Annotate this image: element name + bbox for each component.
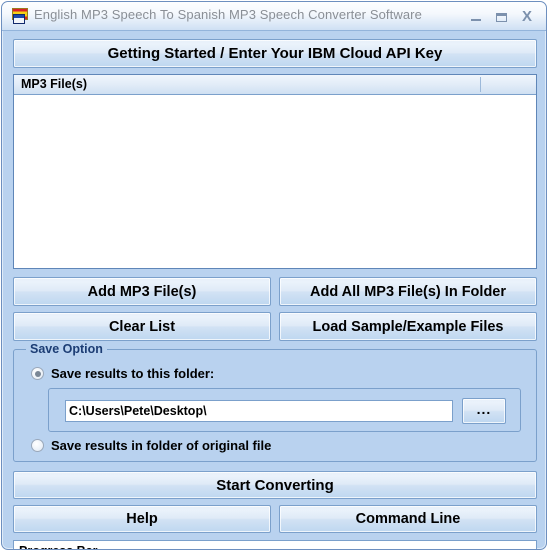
folder-path-input[interactable] bbox=[65, 400, 453, 422]
mp3-file-list[interactable]: MP3 File(s) bbox=[13, 74, 537, 269]
add-mp3-files-button[interactable]: Add MP3 File(s) bbox=[13, 277, 271, 306]
save-option-group-title: Save Option bbox=[26, 342, 107, 356]
file-list-header: MP3 File(s) bbox=[14, 75, 536, 95]
radio-save-in-original-folder[interactable]: Save results in folder of original file bbox=[31, 438, 271, 453]
column-divider[interactable] bbox=[480, 77, 481, 92]
radio-save-to-folder-label: Save results to this folder: bbox=[51, 366, 215, 381]
window-title: English MP3 Speech To Spanish MP3 Speech… bbox=[34, 7, 422, 22]
getting-started-button[interactable]: Getting Started / Enter Your IBM Cloud A… bbox=[13, 39, 537, 68]
minimize-button[interactable] bbox=[463, 2, 489, 30]
radio-save-to-folder-indicator[interactable] bbox=[31, 367, 44, 380]
progress-bar: Progress Bar bbox=[13, 540, 537, 549]
radio-save-in-original-folder-label: Save results in folder of original file bbox=[51, 438, 272, 453]
title-bar: English MP3 Speech To Spanish MP3 Speech… bbox=[2, 2, 546, 31]
radio-save-to-folder[interactable]: Save results to this folder: bbox=[31, 366, 214, 381]
progress-bar-label: Progress Bar bbox=[19, 544, 98, 549]
save-option-group: Save Option Save results to this folder:… bbox=[13, 342, 537, 462]
window-glyph-icon bbox=[13, 14, 25, 24]
load-sample-example-files-button[interactable]: Load Sample/Example Files bbox=[279, 312, 537, 341]
command-line-button[interactable]: Command Line bbox=[279, 505, 537, 533]
clear-list-button[interactable]: Clear List bbox=[13, 312, 271, 341]
close-button[interactable]: X bbox=[514, 2, 540, 30]
minimize-icon bbox=[471, 19, 481, 22]
radio-save-in-original-folder-indicator[interactable] bbox=[31, 439, 44, 452]
client-area: Getting Started / Enter Your IBM Cloud A… bbox=[2, 31, 546, 549]
close-icon: X bbox=[521, 8, 532, 25]
maximize-button[interactable] bbox=[488, 2, 514, 30]
folder-path-panel: ... bbox=[48, 388, 521, 432]
help-button[interactable]: Help bbox=[13, 505, 271, 533]
file-list-column-header-mp3-files[interactable]: MP3 File(s) bbox=[21, 77, 87, 91]
file-list-body[interactable] bbox=[14, 95, 536, 268]
spanish-flag-window-icon bbox=[11, 8, 28, 25]
application-window: English MP3 Speech To Spanish MP3 Speech… bbox=[1, 1, 547, 550]
maximize-icon bbox=[495, 12, 507, 22]
browse-folder-button[interactable]: ... bbox=[462, 398, 506, 424]
start-converting-button[interactable]: Start Converting bbox=[13, 471, 537, 499]
add-all-mp3-files-in-folder-button[interactable]: Add All MP3 File(s) In Folder bbox=[279, 277, 537, 306]
